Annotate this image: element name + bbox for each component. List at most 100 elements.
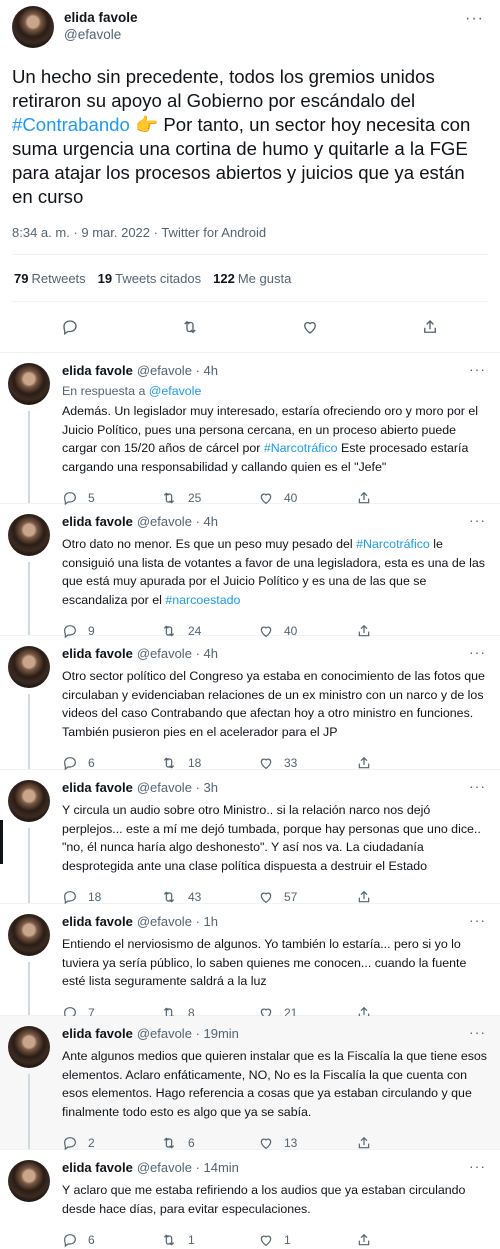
author-name[interactable]: elida favole — [62, 646, 133, 662]
quotes-stat[interactable]: 19 Tweets citados — [98, 271, 201, 286]
like-icon[interactable] — [300, 317, 320, 337]
reply-to-prefix: En respuesta a — [62, 384, 149, 398]
retweet-icon[interactable] — [160, 1135, 178, 1151]
reply-action[interactable]: 6 — [62, 755, 160, 771]
author-name[interactable]: elida favole — [62, 1160, 133, 1176]
reply-time[interactable]: · 19min — [196, 1026, 239, 1042]
more-icon[interactable]: ··· — [469, 361, 486, 377]
reply-time[interactable]: · 1h — [196, 914, 218, 930]
more-icon[interactable]: ··· — [469, 512, 486, 528]
reply-time[interactable]: · 4h — [196, 363, 218, 379]
like-icon[interactable] — [258, 1135, 274, 1151]
author-handle[interactable]: @efavole — [137, 363, 192, 379]
like-icon[interactable] — [258, 1232, 274, 1248]
like-action[interactable]: 33 — [258, 755, 356, 771]
author-handle[interactable]: @efavole — [137, 914, 192, 930]
avatar[interactable] — [8, 914, 50, 956]
reply-avatar-col — [8, 914, 58, 1015]
like-icon[interactable] — [258, 889, 274, 905]
author-handle[interactable]: @efavole — [137, 1160, 192, 1176]
reply-tweet[interactable]: elida favole @efavole · 1h Entiendo el n… — [0, 904, 500, 1020]
share-icon[interactable] — [356, 889, 372, 905]
author-handle[interactable]: @efavole — [64, 26, 138, 43]
avatar[interactable] — [8, 514, 50, 556]
tweet-thread-page: elida favole @efavole ··· Un hecho sin p… — [0, 0, 500, 1249]
share-icon[interactable] — [356, 1232, 372, 1248]
reply-action[interactable]: 2 — [62, 1135, 160, 1151]
reply-tweet[interactable]: elida favole @efavole · 14min Y aclaro q… — [0, 1150, 500, 1249]
reply-tweet[interactable]: elida favole @efavole · 4h Otro sector p… — [0, 636, 500, 771]
reply-icon[interactable] — [62, 1232, 78, 1248]
share-icon[interactable] — [356, 1135, 372, 1151]
avatar[interactable] — [8, 780, 50, 822]
reply-to-handle[interactable]: @efavole — [149, 384, 202, 398]
retweet-icon[interactable] — [160, 1232, 178, 1248]
avatar[interactable] — [8, 1160, 50, 1202]
author-name[interactable]: elida favole — [62, 363, 133, 379]
share-icon[interactable] — [420, 317, 440, 337]
reply-icon[interactable] — [62, 755, 78, 771]
retweet-action[interactable]: 1 — [160, 1232, 258, 1248]
reply-text: Entiendo el nerviosismo de algunos. Yo t… — [62, 935, 488, 991]
avatar[interactable] — [8, 1026, 50, 1068]
share-icon[interactable] — [356, 755, 372, 771]
more-icon[interactable]: ··· — [469, 778, 486, 794]
author-handle[interactable]: @efavole — [137, 780, 192, 796]
more-icon[interactable]: ··· — [469, 1158, 486, 1174]
share-action[interactable] — [356, 889, 372, 905]
more-icon[interactable]: ··· — [469, 1024, 486, 1040]
share-action[interactable] — [356, 1232, 372, 1248]
tweet-meta[interactable]: 8:34 a. m. · 9 mar. 2022 · Twitter for A… — [12, 222, 488, 244]
reply-time[interactable]: · 4h — [196, 646, 218, 662]
reply-tweet[interactable]: elida favole @efavole · 4h Otro dato no … — [0, 504, 500, 639]
author-name[interactable]: elida favole — [62, 1026, 133, 1042]
author-handle[interactable]: @efavole — [137, 1026, 192, 1042]
reply-icon[interactable] — [60, 317, 80, 337]
retweet-icon[interactable] — [180, 317, 200, 337]
avatar[interactable] — [8, 363, 50, 405]
author-name[interactable]: elida favole — [62, 914, 133, 930]
author-name[interactable]: elida favole — [62, 514, 133, 530]
more-icon[interactable]: ··· — [469, 912, 486, 928]
reply-tweet[interactable]: elida favole @efavole · 4h En respuesta … — [0, 353, 500, 506]
likes-stat[interactable]: 122 Me gusta — [213, 271, 291, 286]
retweet-action[interactable]: 18 — [160, 755, 258, 771]
tweet-stats: 79 Retweets 19 Tweets citados 122 Me gusta — [0, 255, 500, 301]
author-name[interactable]: elida favole — [64, 9, 138, 26]
text-segment: Entiendo el nerviosismo de algunos. Yo t… — [62, 937, 467, 988]
avatar[interactable] — [8, 646, 50, 688]
reply-action[interactable]: 18 — [62, 889, 160, 905]
like-action[interactable]: 13 — [258, 1135, 356, 1151]
avatar[interactable] — [12, 6, 54, 48]
like-count: 40 — [284, 491, 298, 505]
retweets-stat[interactable]: 79 Retweets — [14, 271, 86, 286]
more-icon[interactable]: ··· — [469, 644, 486, 660]
retweet-action[interactable]: 43 — [160, 889, 258, 905]
hashtag-link[interactable]: #Narcotráfico — [356, 537, 430, 551]
reply-action[interactable]: 6 — [62, 1232, 160, 1248]
author-handle[interactable]: @efavole — [137, 646, 192, 662]
retweet-icon[interactable] — [160, 755, 178, 771]
like-icon[interactable] — [258, 755, 274, 771]
reply-time[interactable]: · 4h — [196, 514, 218, 530]
reply-time[interactable]: · 14min — [196, 1160, 239, 1176]
share-action[interactable] — [356, 755, 372, 771]
share-action[interactable] — [356, 1135, 372, 1151]
hashtag-link[interactable]: #Narcotráfico — [264, 441, 338, 455]
like-count: 1 — [284, 1233, 291, 1247]
hashtag-link[interactable]: #Contrabando — [12, 114, 130, 135]
author-name[interactable]: elida favole — [62, 780, 133, 796]
reply-icon[interactable] — [62, 1135, 78, 1151]
retweet-action[interactable]: 6 — [160, 1135, 258, 1151]
reply-time[interactable]: · 3h — [196, 780, 218, 796]
like-action[interactable]: 1 — [258, 1232, 356, 1248]
reply-tweet[interactable]: elida favole @efavole · 3h Y circula un … — [0, 770, 500, 905]
reply-tweet[interactable]: elida favole @efavole · 19min Ante algun… — [0, 1016, 500, 1151]
retweet-icon[interactable] — [160, 889, 178, 905]
more-icon[interactable]: ··· — [465, 10, 484, 28]
author-handle[interactable]: @efavole — [137, 514, 192, 530]
like-action[interactable]: 57 — [258, 889, 356, 905]
hashtag-link[interactable]: #narcoestado — [165, 593, 240, 607]
reply-body: elida favole @efavole · 14min Y aclaro q… — [58, 1160, 488, 1249]
reply-icon[interactable] — [62, 889, 78, 905]
